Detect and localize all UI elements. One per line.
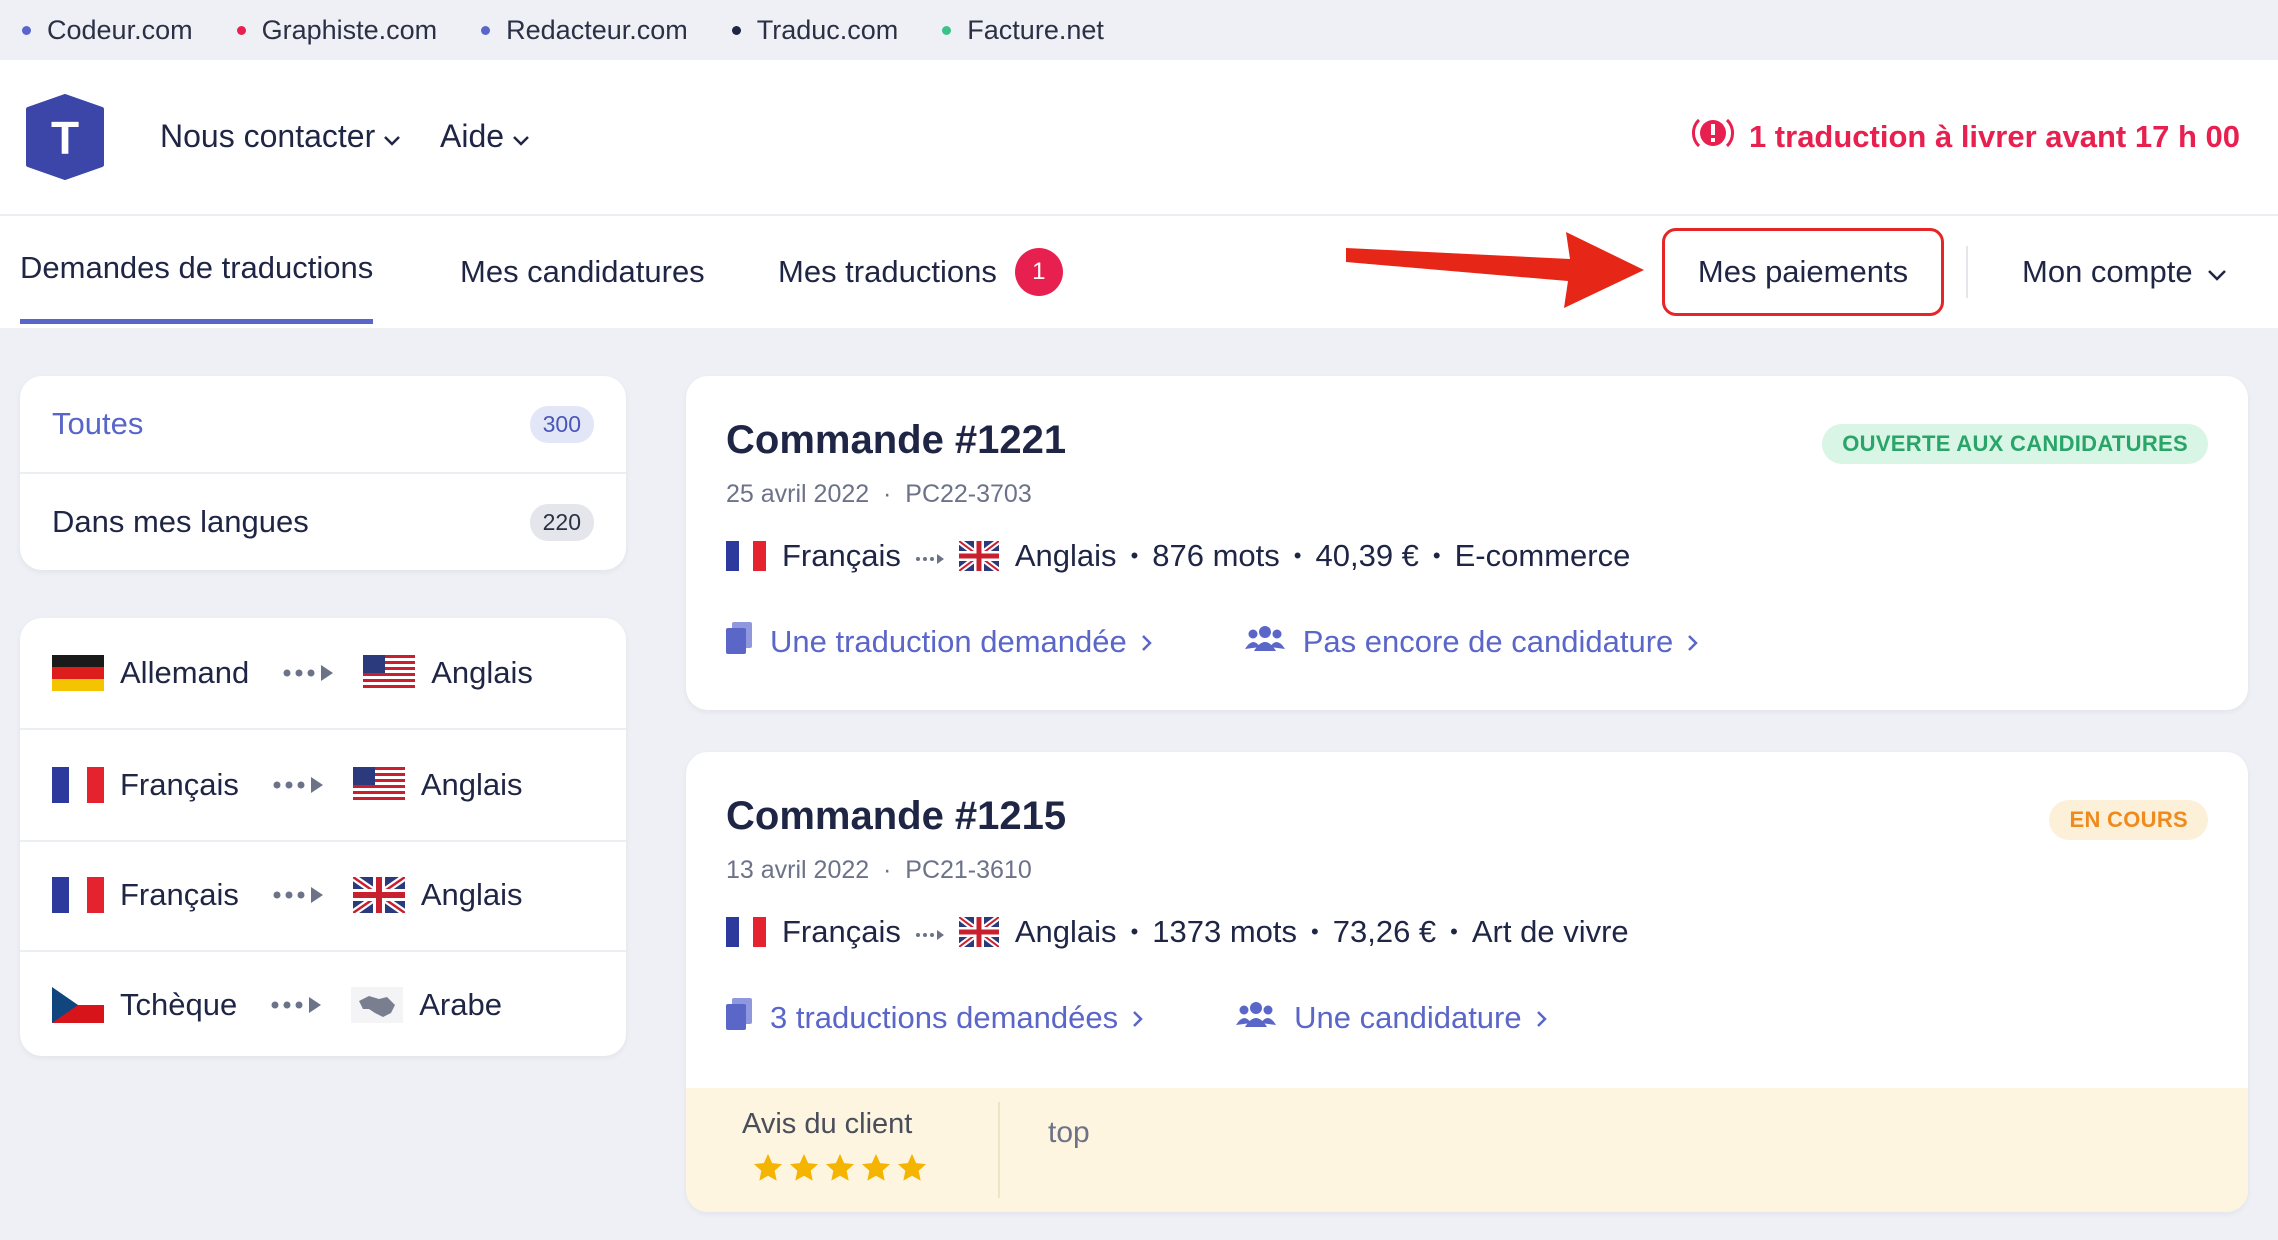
- order-info: Français Anglais • 1373 mots • 73,26 € • Ar…: [726, 914, 1629, 950]
- language-pair-row[interactable]: Français Anglais: [20, 840, 626, 950]
- network-link-traduc[interactable]: Traduc.com: [731, 15, 898, 46]
- flag-usa-icon: [363, 655, 416, 691]
- svg-text:T: T: [51, 112, 79, 164]
- flag-france-icon: [726, 541, 766, 571]
- language-pairs-card: Allemand Anglais Français Anglais França…: [20, 618, 626, 1056]
- count-badge: 220: [529, 503, 594, 541]
- contact-dropdown[interactable]: Nous contacter: [160, 118, 401, 155]
- dot-icon: [22, 25, 31, 35]
- chevron-right-icon: [1132, 1000, 1144, 1036]
- order-links: Une traduction demandée Pas encore de ca…: [726, 622, 1699, 662]
- flag-czech-icon: [52, 987, 104, 1023]
- flag-france-icon: [52, 767, 104, 803]
- arab-region-icon: [351, 987, 404, 1023]
- star-icon: [790, 1154, 818, 1181]
- rating-stars: [752, 1152, 928, 1184]
- dots-arrow-icon: [915, 914, 945, 950]
- chevron-right-icon: [1536, 1000, 1548, 1036]
- red-arrow-icon: [1344, 228, 1654, 323]
- language-pair-row[interactable]: Tchèque Arabe: [20, 950, 626, 1060]
- tab-translations[interactable]: Mes traductions 1: [778, 216, 1063, 328]
- traduc-logo[interactable]: T: [24, 94, 106, 180]
- network-link-facture[interactable]: Facture.net: [942, 15, 1104, 46]
- dots-arrow-icon: [271, 885, 331, 905]
- flag-germany-icon: [52, 655, 104, 691]
- chevron-down-icon: [383, 118, 401, 155]
- dot-icon: [481, 25, 491, 35]
- dot-icon: [731, 25, 741, 35]
- client-review: Avis du client top: [686, 1088, 2248, 1212]
- dots-arrow-icon: [269, 995, 329, 1015]
- filter-all[interactable]: Toutes 300: [20, 376, 626, 472]
- flag-usa-icon: [352, 767, 405, 803]
- tab-payments[interactable]: Mes paiements: [1662, 228, 1944, 316]
- dots-arrow-icon: [915, 538, 945, 574]
- order-card[interactable]: Commande #1215 13 avril 2022 · PC21-3610…: [686, 752, 2248, 1212]
- filter-my-languages[interactable]: Dans mes langues 220: [20, 474, 626, 570]
- tab-requests[interactable]: Demandes de traductions: [20, 216, 374, 324]
- dot-icon: [942, 25, 952, 35]
- order-meta: 25 avril 2022 · PC22-3703: [726, 480, 1032, 508]
- applications-link[interactable]: Pas encore de candidature: [1244, 623, 1700, 661]
- account-dropdown[interactable]: Mon compte: [2022, 216, 2227, 328]
- flag-france-icon: [726, 917, 766, 947]
- order-info: Français Anglais • 876 mots • 40,39 € • E-c…: [726, 538, 1630, 574]
- dots-arrow-icon: [281, 663, 341, 683]
- help-dropdown[interactable]: Aide: [440, 118, 530, 155]
- order-meta: 13 avril 2022 · PC21-3610: [726, 856, 1032, 884]
- network-bar: Codeur.com Graphiste.com Redacteur.com T…: [0, 0, 2278, 60]
- order-card[interactable]: Commande #1221 25 avril 2022 · PC22-3703…: [686, 376, 2248, 710]
- order-title[interactable]: Commande #1215: [726, 794, 1066, 839]
- order-links: 3 traductions demandées Une candidature: [726, 998, 1548, 1038]
- requested-translations-link[interactable]: Une traduction demandée: [726, 622, 1153, 662]
- chevron-right-icon: [1687, 624, 1699, 660]
- status-badge: OUVERTE AUX CANDIDATURES: [1822, 424, 2208, 464]
- network-link-codeur[interactable]: Codeur.com: [22, 15, 193, 46]
- language-pair-row[interactable]: Allemand Anglais: [20, 618, 626, 728]
- flag-uk-icon: [958, 917, 999, 947]
- chevron-right-icon: [1141, 624, 1153, 660]
- dot-icon: [236, 25, 246, 35]
- review-label: Avis du client: [742, 1108, 913, 1140]
- count-badge: 300: [529, 405, 594, 443]
- chevron-down-icon: [512, 118, 530, 155]
- delivery-alert[interactable]: 1 traduction à livrer avant 17 h 00: [1691, 116, 2240, 158]
- flag-uk-icon: [958, 541, 999, 571]
- order-title[interactable]: Commande #1221: [726, 418, 1066, 463]
- alert-icon: [1691, 116, 1735, 158]
- applications-link[interactable]: Une candidature: [1236, 999, 1548, 1037]
- users-icon: [1244, 623, 1285, 661]
- header: T Nous contacter Aide 1 traduction à liv…: [0, 60, 2278, 216]
- tab-divider: [1966, 246, 1968, 298]
- document-icon: [726, 998, 752, 1038]
- network-link-graphiste[interactable]: Graphiste.com: [236, 15, 437, 46]
- chevron-down-icon: [2207, 254, 2227, 290]
- tab-applications[interactable]: Mes candidatures: [460, 216, 705, 328]
- review-text: top: [1048, 1116, 1090, 1149]
- dots-arrow-icon: [271, 775, 331, 795]
- star-icon: [898, 1154, 926, 1181]
- star-icon: [754, 1154, 782, 1181]
- users-icon: [1236, 999, 1277, 1037]
- document-icon: [726, 622, 752, 662]
- main-tabs: Demandes de traductions Mes candidatures…: [0, 216, 2278, 328]
- divider: [998, 1102, 1000, 1198]
- filter-card: Toutes 300 Dans mes langues 220: [20, 376, 626, 570]
- flag-france-icon: [52, 877, 104, 913]
- network-link-redacteur[interactable]: Redacteur.com: [481, 15, 688, 46]
- language-pair-row[interactable]: Français Anglais: [20, 730, 626, 840]
- status-badge: EN COURS: [2049, 800, 2208, 840]
- star-icon: [862, 1154, 890, 1181]
- star-icon: [826, 1154, 854, 1181]
- flag-uk-icon: [352, 877, 405, 913]
- translations-count-badge: 1: [1014, 248, 1063, 296]
- requested-translations-link[interactable]: 3 traductions demandées: [726, 998, 1144, 1038]
